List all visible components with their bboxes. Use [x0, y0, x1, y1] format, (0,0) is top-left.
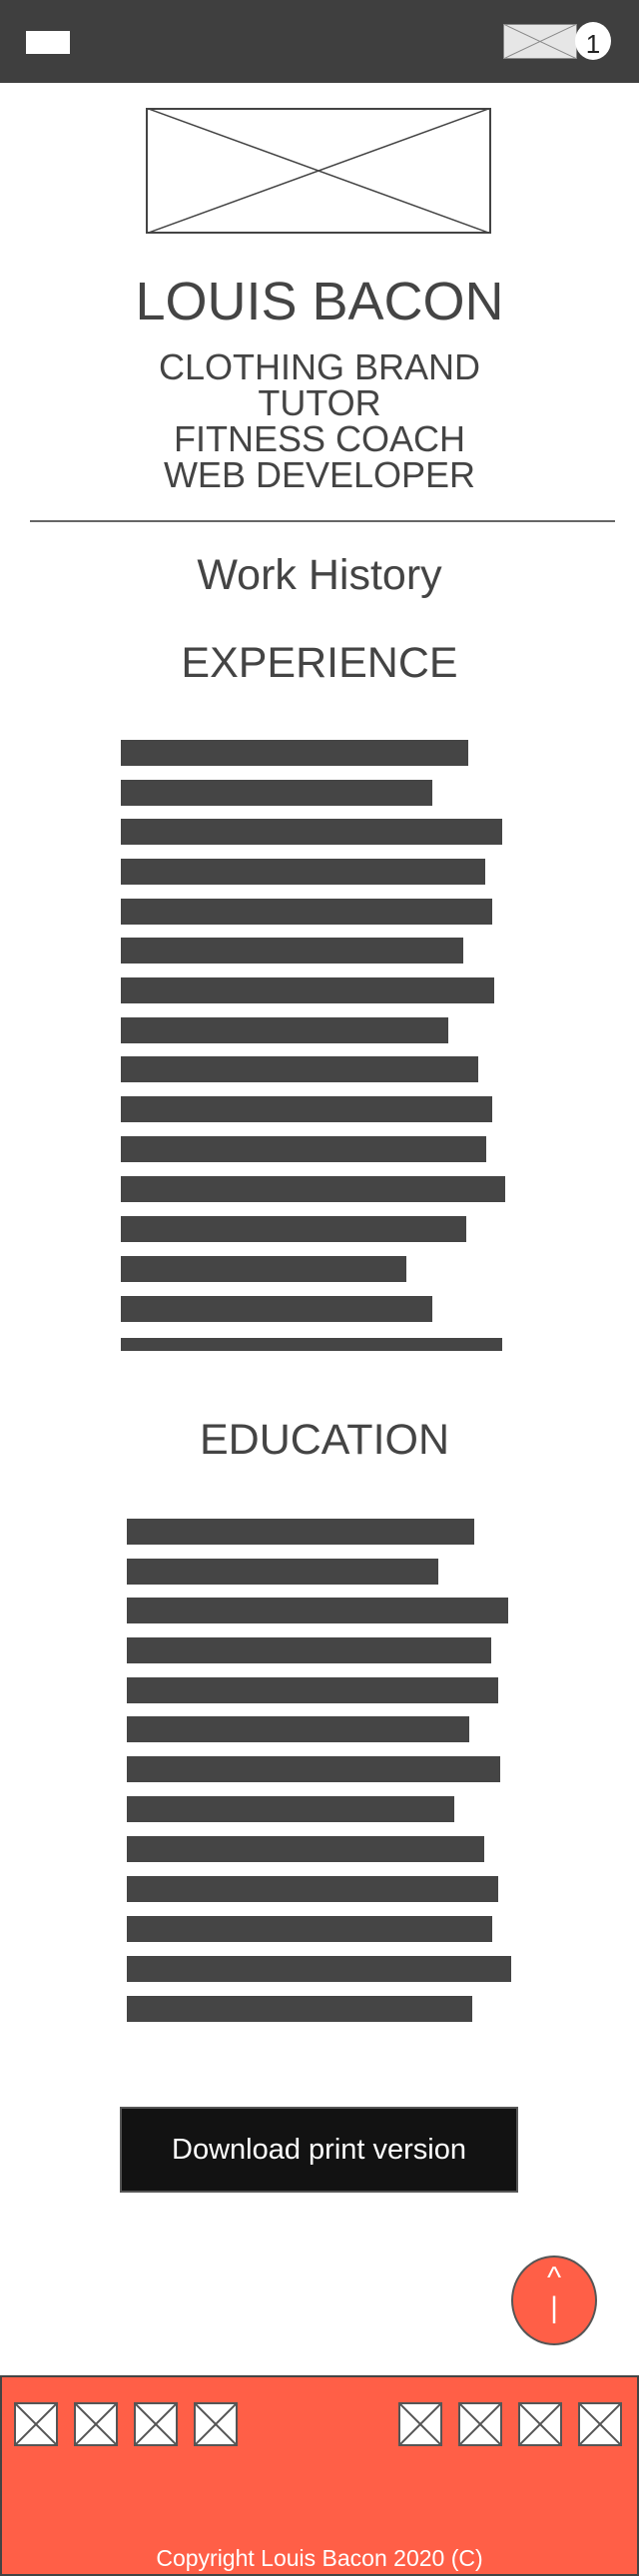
profile-image-placeholder	[146, 108, 491, 234]
social-icon-placeholder[interactable]	[194, 2402, 238, 2446]
role-item: WEB DEVELOPER	[163, 454, 476, 495]
text-line-placeholder	[127, 1916, 492, 1942]
social-icon-placeholder[interactable]	[398, 2402, 442, 2446]
experience-text-block	[121, 737, 520, 1351]
work-history-title: Work History	[197, 551, 442, 599]
text-line-placeholder	[121, 740, 468, 766]
text-line-placeholder	[121, 780, 432, 806]
text-line-placeholder	[121, 1176, 505, 1202]
experience-heading: EXPERIENCE	[181, 639, 458, 687]
text-line-placeholder	[127, 1796, 454, 1822]
roles-list: CLOTHING BRAND TUTOR FITNESS COACH WEB D…	[0, 349, 639, 493]
text-line-placeholder	[121, 1216, 466, 1242]
social-icon-placeholder[interactable]	[74, 2402, 118, 2446]
social-icon-placeholder[interactable]	[518, 2402, 562, 2446]
text-line-placeholder	[127, 1876, 498, 1902]
download-print-button[interactable]: Download print version	[120, 2107, 518, 2193]
social-icon-placeholder[interactable]	[458, 2402, 502, 2446]
divider	[30, 520, 615, 522]
text-line-placeholder	[121, 938, 463, 964]
profile-name: LOUIS BACON	[135, 272, 504, 331]
role-item: FITNESS COACH	[173, 418, 466, 459]
text-line-placeholder	[127, 1637, 491, 1663]
text-line-placeholder	[127, 1598, 508, 1623]
text-line-placeholder	[121, 1296, 432, 1322]
education-text-block	[127, 1517, 526, 2026]
text-line-placeholder	[127, 1716, 469, 1742]
text-line-placeholder	[121, 899, 492, 925]
role-item: CLOTHING BRAND	[158, 346, 481, 387]
footer: Copyright Louis Bacon 2020 (C)	[0, 2375, 639, 2576]
social-icon-placeholder[interactable]	[578, 2402, 622, 2446]
text-line-placeholder	[127, 1559, 438, 1585]
text-line-placeholder	[121, 977, 494, 1003]
text-line-placeholder	[121, 1136, 486, 1162]
back-to-top-button[interactable]: ^ |	[511, 2255, 597, 2345]
text-line-placeholder	[127, 1836, 484, 1862]
top-bar: 1	[0, 0, 639, 83]
menu-icon[interactable]	[26, 31, 70, 54]
text-line-placeholder	[121, 819, 502, 845]
role-item: TUTOR	[258, 382, 381, 423]
text-line-placeholder	[121, 1256, 406, 1282]
copyright-text: Copyright Louis Bacon 2020 (C)	[156, 2545, 483, 2571]
text-line-placeholder	[127, 1519, 474, 1545]
text-line-placeholder	[121, 1096, 492, 1122]
text-line-placeholder	[121, 1017, 448, 1043]
arrow-stem: |	[550, 2291, 558, 2324]
text-line-placeholder	[127, 1756, 500, 1782]
social-icon-placeholder[interactable]	[134, 2402, 178, 2446]
social-icon-placeholder[interactable]	[14, 2402, 58, 2446]
notification-badge[interactable]: 1	[575, 22, 611, 60]
text-line-placeholder	[121, 1338, 502, 1351]
education-heading: EDUCATION	[199, 1416, 450, 1464]
text-line-placeholder	[121, 859, 485, 885]
text-line-placeholder	[127, 1677, 498, 1703]
text-line-placeholder	[121, 1056, 478, 1082]
mail-icon[interactable]	[502, 23, 578, 60]
arrow-up-icon: ^	[546, 2261, 562, 2294]
text-line-placeholder	[127, 1956, 511, 1982]
text-line-placeholder	[127, 1996, 472, 2022]
